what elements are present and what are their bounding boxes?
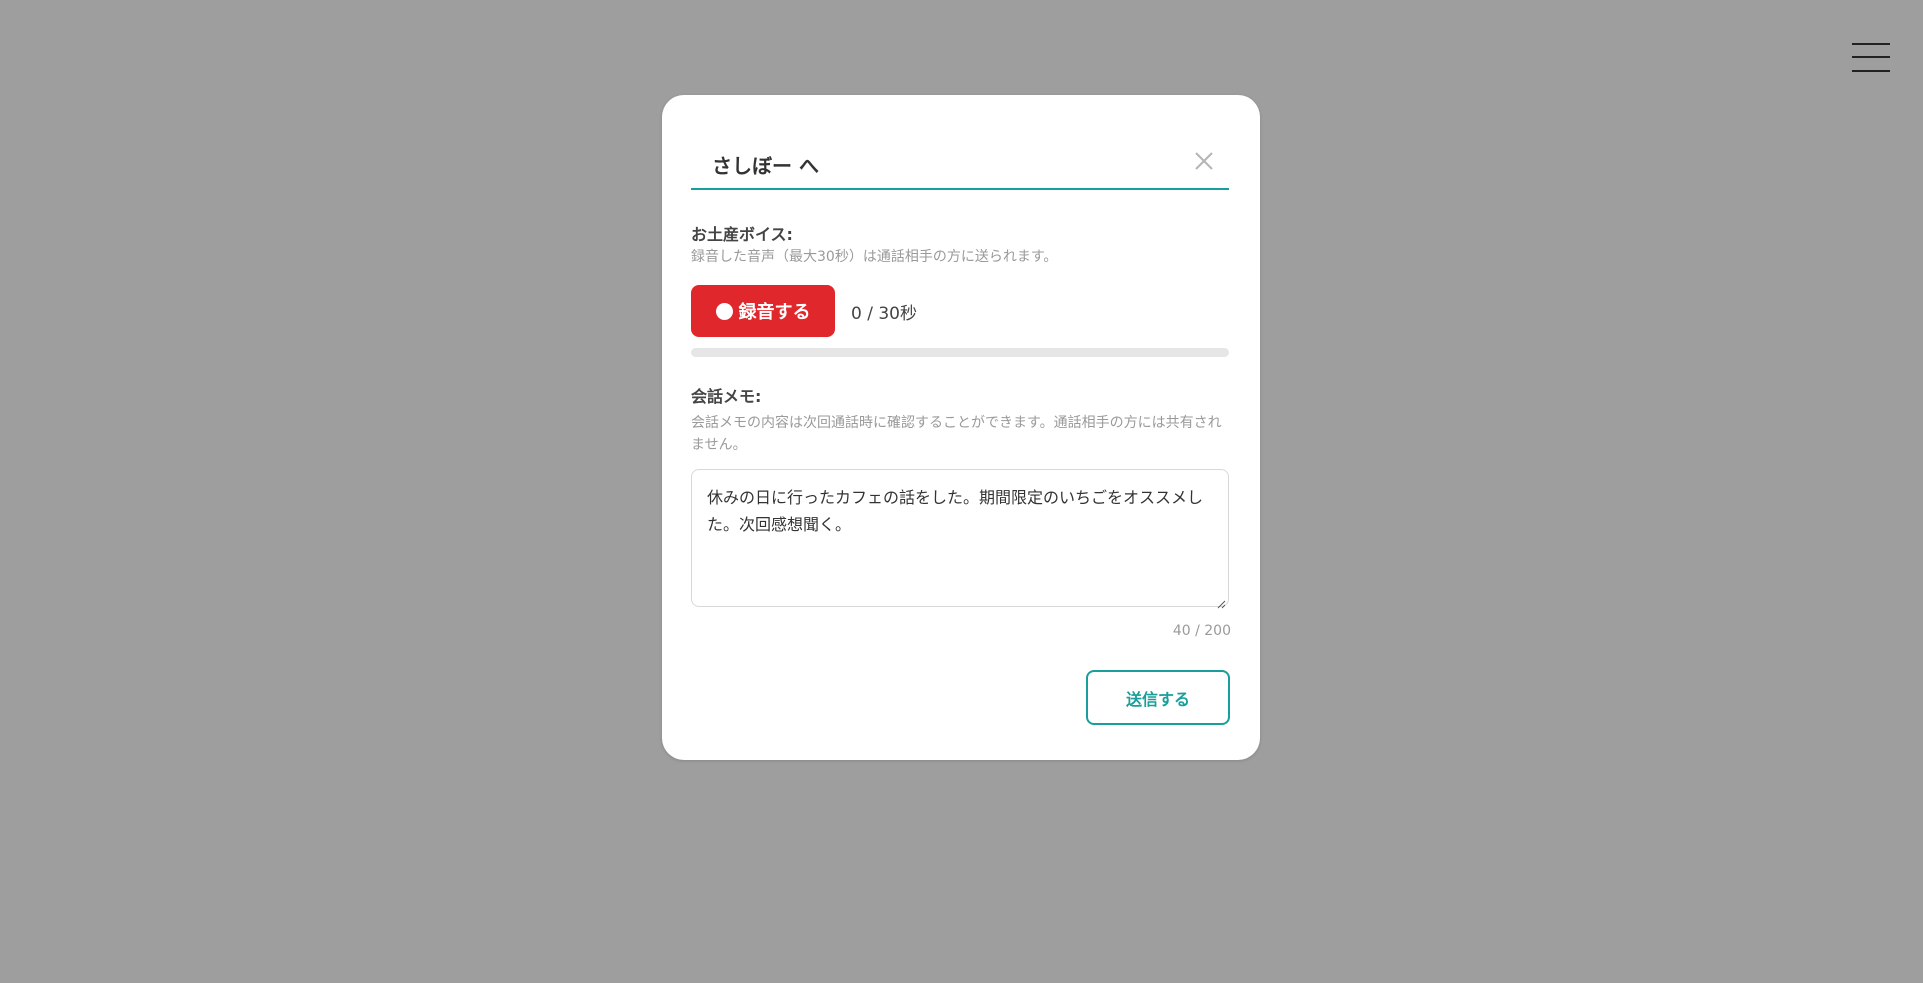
hamburger-menu-icon[interactable] <box>1852 43 1890 73</box>
hamburger-line <box>1852 70 1890 72</box>
recipient-name: さしぼー へ <box>712 154 819 178</box>
record-time-readout: 0 / 30秒 <box>851 304 917 324</box>
memo-text: 休みの日に行ったカフェの話をした。期間限定のいちごをオススメした。次回感想聞く。 <box>707 488 1204 534</box>
memo-textarea[interactable]: 休みの日に行ったカフェの話をした。期間限定のいちごをオススメした。次回感想聞く。 <box>691 469 1229 609</box>
record-button[interactable]: 録音する <box>691 285 835 337</box>
memo-char-count: 40 / 200 <box>1172 623 1231 639</box>
voice-section-label: お土産ボイス: <box>691 225 793 244</box>
voice-memo-modal: さしぼー へ お土産ボイス: 録音した音声（最大30秒）は通話相手の方に送られま… <box>662 95 1260 760</box>
memo-section-description: 会話メモの内容は次回通話時に確認することができます。通話相手の方には共有されませ… <box>691 415 1222 453</box>
resize-handle-icon[interactable] <box>1216 594 1226 609</box>
hamburger-line <box>1852 43 1890 45</box>
record-dot-icon <box>715 302 733 320</box>
record-progress-bar <box>691 348 1229 357</box>
hamburger-line <box>1852 56 1890 58</box>
modal-header: さしぼー へ <box>691 142 1229 190</box>
close-icon[interactable] <box>1193 150 1215 172</box>
voice-section-description: 録音した音声（最大30秒）は通話相手の方に送られます。 <box>691 249 1058 265</box>
memo-section-label: 会話メモ: <box>691 387 762 406</box>
submit-button[interactable]: 送信する <box>1086 670 1230 725</box>
record-button-label: 録音する <box>738 302 811 323</box>
